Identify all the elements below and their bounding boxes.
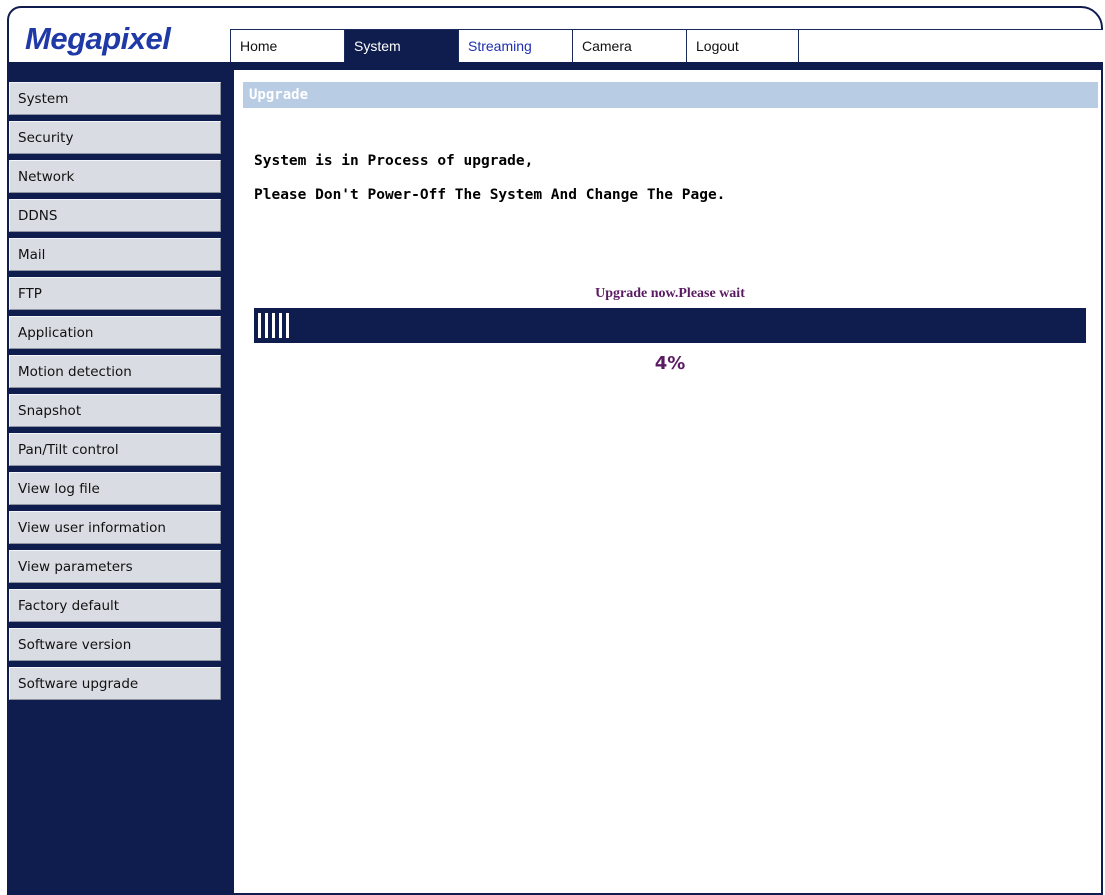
brand-logo: Megapixel	[25, 16, 230, 61]
nav-underline	[7, 62, 1103, 70]
sidebar-item-software-upgrade[interactable]: Software upgrade	[9, 667, 221, 700]
sidebar-item-mail[interactable]: Mail	[9, 238, 221, 271]
logo-text: Megapixel	[25, 20, 171, 56]
sidebar-item-view-log-file[interactable]: View log file	[9, 472, 221, 505]
upgrade-progress-bar	[254, 308, 1086, 343]
tab-home[interactable]: Home	[230, 29, 345, 62]
progress-fill	[258, 313, 291, 338]
tab-system[interactable]: System	[345, 29, 459, 62]
sidebar-item-motion-detection[interactable]: Motion detection	[9, 355, 221, 388]
sidebar-item-ftp[interactable]: FTP	[9, 277, 221, 310]
progress-label: Upgrade now.Please wait	[595, 286, 745, 301]
sidebar-item-view-parameters[interactable]: View parameters	[9, 550, 221, 583]
tab-logout[interactable]: Logout	[687, 29, 799, 62]
sidebar-item-application[interactable]: Application	[9, 316, 221, 349]
progress-percent: 4%	[654, 353, 686, 374]
section-header: Upgrade	[243, 82, 1098, 108]
tab-streaming[interactable]: Streaming	[459, 29, 573, 62]
sidebar-item-snapshot[interactable]: Snapshot	[9, 394, 221, 427]
upgrade-message-line1: System is in Process of upgrade,	[254, 153, 534, 169]
sidebar-item-network[interactable]: Network	[9, 160, 221, 193]
nav-spacer	[799, 29, 1103, 62]
sidebar-item-view-user-information[interactable]: View user information	[9, 511, 221, 544]
tab-camera[interactable]: Camera	[573, 29, 687, 62]
sidebar-item-factory-default[interactable]: Factory default	[9, 589, 221, 622]
sidebar-item-software-version[interactable]: Software version	[9, 628, 221, 661]
sidebar-item-pan-tilt-control[interactable]: Pan/Tilt control	[9, 433, 221, 466]
sidebar-item-ddns[interactable]: DDNS	[9, 199, 221, 232]
top-nav: Home System Streaming Camera Logout	[230, 29, 1103, 62]
section-title: Upgrade	[249, 87, 309, 103]
upgrade-message-line2: Please Don't Power-Off The System And Ch…	[254, 187, 726, 203]
sidebar-item-security[interactable]: Security	[9, 121, 221, 154]
sidebar-item-system[interactable]: System	[9, 82, 221, 115]
